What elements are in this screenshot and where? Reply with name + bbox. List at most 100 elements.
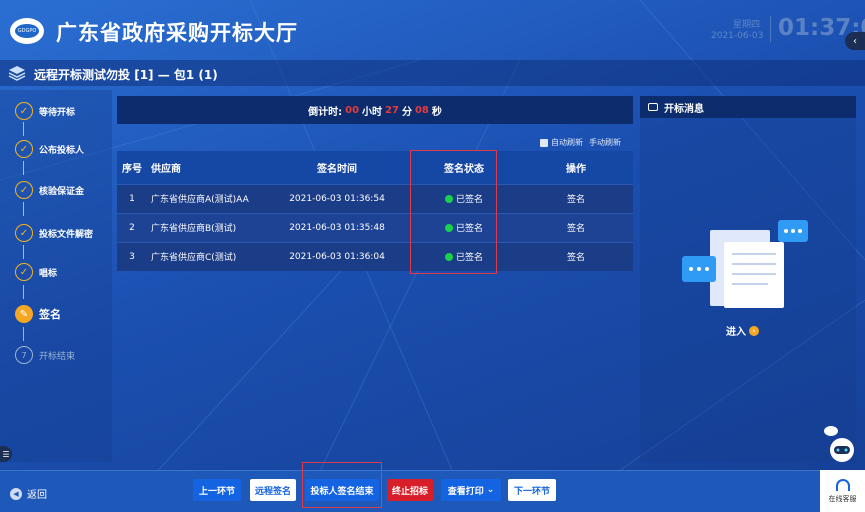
project-name: 远程开标测试勿投 xyxy=(34,68,131,82)
assistant-robot-icon[interactable] xyxy=(823,425,857,465)
table-row: 1 广东省供应商A(测试)AA 2021-06-03 01:36:54 已签名 … xyxy=(117,184,633,213)
step-connector xyxy=(23,245,24,259)
next-step-button[interactable]: 下一环节 xyxy=(508,479,556,501)
check-icon: ✓ xyxy=(15,140,33,158)
signature-table: 序号 供应商 签名时间 签名状态 操作 1 广东省供应商A(测试)AA 2021… xyxy=(117,151,633,271)
step-opening-end[interactable]: 7 开标结束 xyxy=(15,346,75,364)
step-connector xyxy=(23,202,24,216)
pen-icon: ✎ xyxy=(15,305,33,323)
weekday-label: 星期四 xyxy=(733,20,761,30)
countdown-minutes-unit: 分 xyxy=(401,106,412,118)
step-label: 等待开标 xyxy=(39,107,76,118)
step-label: 唱标 xyxy=(39,268,58,279)
app-title: 广东省政府采购开标大厅 xyxy=(56,21,298,45)
col-sign-time: 签名时间 xyxy=(317,163,357,175)
countdown-label: 倒计时: xyxy=(308,106,343,118)
row-index: 3 xyxy=(129,251,135,262)
remote-sign-button[interactable]: 远程签名 xyxy=(250,479,296,501)
countdown-seconds-unit: 秒 xyxy=(431,106,442,118)
status-text: 已签名 xyxy=(455,224,483,234)
row-sign-action[interactable]: 签名 xyxy=(519,242,633,271)
headset-icon xyxy=(835,478,850,491)
countdown-bar: 倒计时: 00 小时 27 分 08 秒 xyxy=(117,96,633,124)
step-label: 投标文件解密 xyxy=(39,229,94,240)
messages-title: 开标消息 xyxy=(664,103,704,115)
row-supplier: 广东省供应商A(测试)AA xyxy=(151,195,249,205)
view-print-label: 查看打印 xyxy=(447,486,484,497)
enter-messages-link[interactable]: 进入 › xyxy=(726,323,759,338)
table-header-row: 序号 供应商 签名时间 签名状态 操作 xyxy=(117,151,633,184)
step-label: 核验保证金 xyxy=(39,186,85,197)
step-read-bids[interactable]: ✓ 唱标 xyxy=(15,263,57,281)
check-icon: ✓ xyxy=(15,224,33,242)
check-icon: ✓ xyxy=(15,263,33,281)
status-text: 已签名 xyxy=(455,253,483,264)
row-sign-action[interactable]: 签名 xyxy=(519,213,633,242)
row-sign-status: 已签名 xyxy=(409,184,519,213)
table-row: 3 广东省供应商C(测试) 2021-06-03 01:36:04 已签名 签名 xyxy=(117,242,633,271)
step-number-icon: 7 xyxy=(15,346,33,364)
step-label: 签名 xyxy=(39,308,61,321)
layers-icon xyxy=(8,66,26,81)
check-icon: ✓ xyxy=(15,181,33,199)
date-label: 2021-06-03 xyxy=(711,31,764,41)
step-label: 开标结束 xyxy=(39,351,76,362)
service-label: 在线客服 xyxy=(828,494,857,503)
prev-step-button[interactable]: 上一环节 xyxy=(193,479,241,501)
row-sign-time: 2021-06-03 01:36:04 xyxy=(289,251,385,262)
row-supplier: 广东省供应商C(测试) xyxy=(151,253,237,264)
header: GDGPO 广东省政府采购开标大厅 星期四 2021-06-03 01:37:0… xyxy=(0,0,865,60)
status-dot-icon xyxy=(444,224,453,232)
chat-icon xyxy=(648,103,658,111)
view-print-dropdown[interactable]: 查看打印 ⌄ xyxy=(441,479,501,501)
row-sign-status: 已签名 xyxy=(409,213,519,242)
row-sign-action[interactable]: 签名 xyxy=(519,184,633,213)
status-dot-icon xyxy=(444,253,453,262)
step-sign[interactable]: ✎ 签名 xyxy=(15,305,61,323)
row-sign-time: 2021-06-03 01:36:54 xyxy=(289,193,385,204)
check-icon: ✓ xyxy=(15,102,33,120)
status-dot-icon xyxy=(444,195,453,203)
step-connector xyxy=(23,161,24,175)
back-button[interactable]: ◀ 返回 xyxy=(10,486,47,501)
refresh-controls: 自动刷新 手动刷新 xyxy=(540,137,621,148)
online-service-button[interactable]: 在线客服 xyxy=(820,470,865,512)
end-bidder-sign-button[interactable]: 投标人签名结束 xyxy=(305,479,379,501)
auto-refresh-label[interactable]: 自动刷新 xyxy=(551,137,583,148)
row-supplier: 广东省供应商B(测试) xyxy=(151,224,237,234)
step-wait-opening[interactable]: ✓ 等待开标 xyxy=(15,102,75,120)
stop-bidding-button[interactable]: 终止招标 xyxy=(387,479,433,501)
step-decrypt-files[interactable]: ✓ 投标文件解密 xyxy=(15,224,93,242)
step-label: 公布投标人 xyxy=(39,145,85,156)
row-sign-time: 2021-06-03 01:35:48 xyxy=(289,222,385,233)
row-index: 1 xyxy=(129,193,135,204)
manual-refresh-link[interactable]: 手动刷新 xyxy=(589,137,621,148)
collapse-panel-button[interactable]: ‹ xyxy=(845,32,865,50)
step-verify-deposit[interactable]: ✓ 核验保证金 xyxy=(15,181,84,199)
col-index: 序号 xyxy=(122,163,142,175)
row-index: 2 xyxy=(129,222,135,233)
header-divider xyxy=(770,16,771,42)
table-row: 2 广东省供应商B(测试) 2021-06-03 01:35:48 已签名 签名 xyxy=(117,213,633,242)
back-label: 返回 xyxy=(27,490,47,501)
col-supplier: 供应商 xyxy=(151,163,181,175)
chevron-down-icon: ⌄ xyxy=(486,485,495,495)
step-connector xyxy=(23,122,24,136)
countdown-hours: 00 xyxy=(345,104,360,116)
messages-header: 开标消息 xyxy=(640,96,856,118)
auto-refresh-checkbox[interactable] xyxy=(540,138,548,147)
logo-text: GDGPO xyxy=(15,24,39,38)
status-text: 已签名 xyxy=(455,195,483,205)
step-connector xyxy=(23,327,24,341)
countdown-hours-unit: 小时 xyxy=(362,106,383,118)
enter-label: 进入 xyxy=(726,327,746,338)
step-connector xyxy=(23,285,24,299)
countdown-minutes: 27 xyxy=(385,104,399,116)
back-arrow-icon: ◀ xyxy=(10,487,22,500)
arrow-right-icon: › xyxy=(749,325,759,336)
step-announce-bidders[interactable]: ✓ 公布投标人 xyxy=(15,140,84,158)
col-sign-status: 签名状态 xyxy=(444,163,484,175)
countdown-seconds: 08 xyxy=(414,104,429,116)
project-title: 远程开标测试勿投 [1] — 包1 (1) xyxy=(34,66,218,83)
row-sign-status: 已签名 xyxy=(409,242,519,271)
